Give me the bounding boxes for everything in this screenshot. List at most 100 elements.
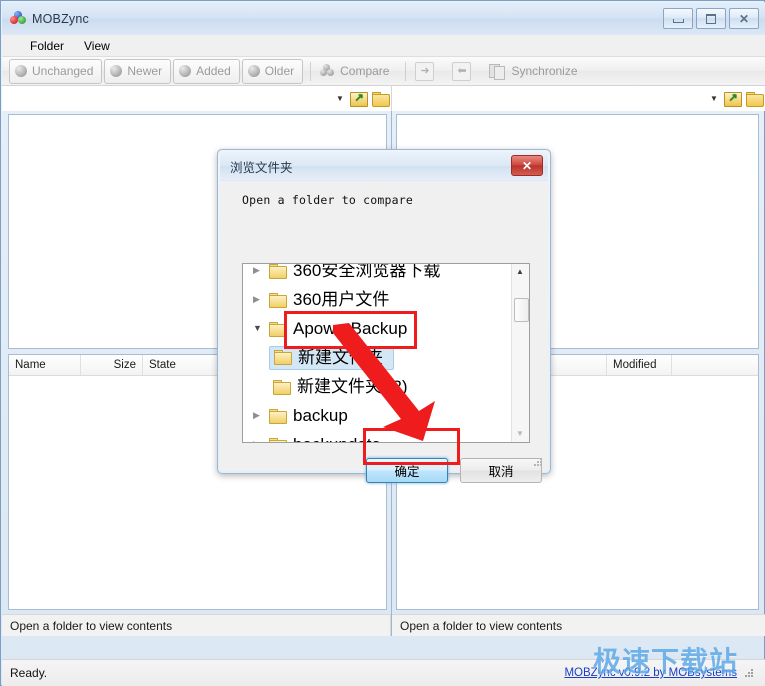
column-header-state[interactable]: State <box>143 355 223 375</box>
resize-grip-icon[interactable] <box>743 667 755 679</box>
filter-label-added: Added <box>196 64 231 78</box>
dialog-titlebar: 浏览文件夹 ✕ <box>220 152 548 180</box>
filter-label-unchanged: Unchanged <box>32 64 94 78</box>
dialog-resize-grip-icon[interactable] <box>533 457 543 467</box>
arrow-left-icon: ⬅ <box>452 61 472 81</box>
pane-status-left: Open a folder to view contents <box>2 614 391 636</box>
gray-dot-icon <box>247 65 260 77</box>
compare-balls-icon <box>320 64 335 78</box>
folder-icon <box>269 437 287 442</box>
dialog-close-button[interactable]: ✕ <box>511 155 543 176</box>
synchronize-pages-icon <box>489 63 506 80</box>
close-button[interactable]: ✕ <box>729 8 759 29</box>
minimize-button[interactable] <box>663 8 693 29</box>
column-header-name[interactable]: Name <box>9 355 81 375</box>
scroll-down-arrow-icon[interactable]: ▼ <box>512 426 528 442</box>
synchronize-label: Synchronize <box>511 64 578 78</box>
scroll-up-arrow-icon[interactable]: ▲ <box>512 264 528 280</box>
tree-item-label: ApowerBackup <box>293 319 408 338</box>
chevron-right-icon[interactable]: ▶ <box>253 266 269 275</box>
window-controls: ✕ <box>663 8 759 29</box>
tree-item-label: 新建文件夹 <box>298 347 383 367</box>
browse-folder-button-left[interactable] <box>369 88 391 110</box>
window-title: MOBZync <box>32 11 89 26</box>
menu-item-folder[interactable]: Folder <box>20 37 74 55</box>
filter-button-unchanged[interactable]: Unchanged <box>9 58 103 84</box>
close-icon: ✕ <box>738 11 750 26</box>
folder-open-icon <box>371 91 390 107</box>
folder-icon <box>274 350 292 365</box>
tree-item-4[interactable]: 新建文件夹 (2) <box>243 372 512 401</box>
tree-item-5[interactable]: ▶ backup <box>243 401 512 430</box>
toolbar-separator <box>405 61 407 81</box>
tree-item-label: 360安全浏览器下载 <box>293 263 441 280</box>
filter-button-newer[interactable]: Newer <box>104 58 172 84</box>
folder-icon <box>269 292 287 308</box>
dialog-title: 浏览文件夹 <box>230 160 293 175</box>
main-window: MOBZync ✕ Folder View Unchanged Newer Ad… <box>0 0 765 686</box>
tree-item-0[interactable]: ▶ 360安全浏览器下载 <box>243 263 512 285</box>
chevron-down-icon[interactable]: ▼ <box>253 324 269 333</box>
filter-button-older[interactable]: Older <box>241 58 304 84</box>
tree-item-label: 新建文件夹 (2) <box>297 377 408 396</box>
path-bar-right: ▼ ↗ <box>392 86 765 111</box>
tree-item-3-selected[interactable]: 新建文件夹 <box>243 343 512 372</box>
arrow-right-icon: ➜ <box>415 61 435 81</box>
tree-item-label: backupdata <box>293 436 381 442</box>
compare-label: Compare <box>340 64 390 78</box>
gray-dot-icon <box>110 65 123 77</box>
filter-label-newer: Newer <box>127 64 163 78</box>
column-header-modified[interactable]: Modified <box>607 355 672 375</box>
tree-item-label: 360用户文件 <box>293 290 390 309</box>
dialog-cancel-button[interactable]: 取消 <box>460 458 542 483</box>
column-header-blank-right-2[interactable] <box>672 355 758 375</box>
close-icon: ✕ <box>521 158 533 173</box>
copy-right-button[interactable]: ➜ <box>411 59 446 84</box>
restore-icon <box>706 13 716 24</box>
folder-up-icon: ↗ <box>723 91 742 107</box>
minimize-icon <box>672 18 684 23</box>
copy-left-button[interactable]: ⬅ <box>448 59 483 84</box>
folder-tree-items: ▶ 360安全浏览器下载 ▶ 360用户文件 ▼ ApowerBackup 新建… <box>243 263 512 443</box>
path-input-left[interactable] <box>2 86 333 111</box>
tree-item-1[interactable]: ▶ 360用户文件 <box>243 285 512 314</box>
browse-folder-button-right[interactable] <box>743 88 765 110</box>
open-folder-up-button-left[interactable]: ↗ <box>347 88 369 110</box>
toolbar-separator <box>310 61 312 81</box>
chevron-right-icon[interactable]: ▶ <box>253 295 269 304</box>
folder-icon <box>269 408 287 424</box>
path-bars-row: ▼ ↗ ▼ ↗ <box>2 86 765 111</box>
path-bar-left: ▼ ↗ <box>2 86 392 111</box>
column-header-size[interactable]: Size <box>81 355 143 375</box>
pane-status-right: Open a folder to view contents <box>392 614 765 636</box>
dialog-ok-button[interactable]: 确定 <box>366 458 448 483</box>
status-message: Ready. <box>10 666 48 680</box>
folder-up-icon: ↗ <box>349 91 368 107</box>
gray-dot-icon <box>179 65 192 77</box>
about-link[interactable]: MOBZync v0.9.2 by MOBsystems <box>564 667 737 679</box>
tree-item-6[interactable]: ▶ backupdata <box>243 430 512 443</box>
chevron-right-icon[interactable]: ▶ <box>253 440 269 443</box>
toolbar: Unchanged Newer Added Older Compare ➜ ⬅ <box>2 57 765 86</box>
chevron-down-icon[interactable]: ▼ <box>707 94 721 103</box>
folder-icon <box>269 264 287 279</box>
folder-open-icon <box>745 91 764 107</box>
open-folder-up-button-right[interactable]: ↗ <box>721 88 743 110</box>
gray-dot-icon <box>15 65 27 77</box>
path-input-right[interactable] <box>392 86 707 111</box>
chevron-down-icon[interactable]: ▼ <box>333 94 347 103</box>
scrollbar-thumb[interactable] <box>514 298 529 322</box>
folder-tree[interactable]: ▶ 360安全浏览器下载 ▶ 360用户文件 ▼ ApowerBackup 新建… <box>242 263 530 443</box>
window-titlebar: MOBZync ✕ <box>2 2 765 35</box>
dialog-prompt: Open a folder to compare <box>242 193 413 207</box>
chevron-right-icon[interactable]: ▶ <box>253 411 269 420</box>
filter-button-added[interactable]: Added <box>173 58 240 84</box>
restore-button[interactable] <box>696 8 726 29</box>
menu-item-view[interactable]: View <box>74 37 120 55</box>
compare-button[interactable]: Compare <box>316 59 398 84</box>
tree-item-2[interactable]: ▼ ApowerBackup <box>243 314 512 343</box>
synchronize-button[interactable]: Synchronize <box>485 59 586 84</box>
statusbar: Ready. MOBZync v0.9.2 by MOBsystems <box>2 659 765 686</box>
menubar: Folder View <box>2 35 765 57</box>
folder-tree-scrollbar[interactable]: ▲ ▼ <box>511 264 529 442</box>
